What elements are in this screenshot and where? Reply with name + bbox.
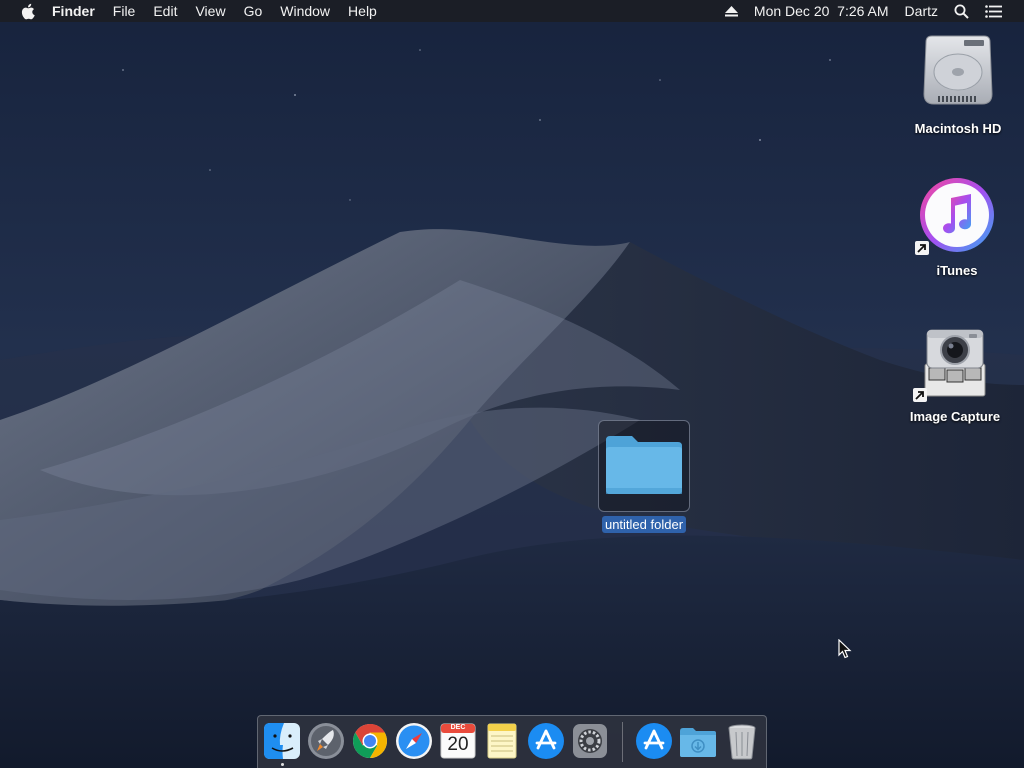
- eject-icon[interactable]: [717, 0, 746, 22]
- system-preferences-icon[interactable]: [570, 721, 610, 761]
- menu-bar: Finder File Edit View Go Window Help Mon…: [0, 0, 1024, 22]
- desktop-icon-label: Image Capture: [909, 409, 1001, 424]
- menu-file[interactable]: File: [104, 0, 145, 22]
- alias-arrow-icon: [913, 388, 927, 402]
- menubar-user[interactable]: Dartz: [897, 0, 946, 22]
- app-store-icon-downloads[interactable]: [634, 721, 674, 761]
- dock: DEC 20: [257, 715, 767, 768]
- apple-icon[interactable]: [12, 0, 42, 22]
- menu-help[interactable]: Help: [339, 0, 386, 22]
- finder-icon[interactable]: [262, 721, 302, 761]
- menu-go[interactable]: Go: [235, 0, 272, 22]
- hard-drive-icon: [920, 32, 996, 117]
- mouse-cursor-icon: [838, 638, 852, 659]
- calendar-day: 20: [447, 734, 469, 755]
- desktop-wallpaper: [0, 0, 1024, 768]
- notes-icon[interactable]: [482, 721, 522, 761]
- menu-view[interactable]: View: [186, 0, 234, 22]
- dock-separator: [622, 722, 623, 762]
- safari-icon[interactable]: [394, 721, 434, 761]
- folder-icon: [604, 432, 684, 501]
- calendar-icon[interactable]: DEC 20: [438, 721, 478, 761]
- desktop-icon-itunes[interactable]: iTunes: [902, 176, 1012, 278]
- alias-arrow-icon: [915, 241, 929, 255]
- menu-window[interactable]: Window: [271, 0, 339, 22]
- folder-name-label[interactable]: untitled folder: [601, 516, 687, 533]
- itunes-icon: [918, 176, 996, 259]
- menu-edit[interactable]: Edit: [144, 0, 186, 22]
- menu-app-finder[interactable]: Finder: [42, 0, 104, 22]
- running-indicator: [281, 763, 284, 766]
- image-capture-icon: [915, 324, 995, 405]
- desktop-icon-image-capture[interactable]: Image Capture: [900, 324, 1010, 424]
- spotlight-search-icon[interactable]: [946, 0, 977, 22]
- trash-icon[interactable]: [722, 721, 762, 761]
- app-store-icon[interactable]: [526, 721, 566, 761]
- calendar-month: DEC: [450, 724, 466, 731]
- desktop-icon-label: Macintosh HD: [914, 121, 1002, 136]
- downloads-folder-icon[interactable]: [678, 721, 718, 761]
- desktop-folder-untitled[interactable]: untitled folder: [597, 420, 691, 533]
- notification-center-icon[interactable]: [977, 0, 1010, 22]
- folder-selection-frame: [598, 420, 690, 512]
- menubar-clock[interactable]: Mon Dec 20 7:26 AM: [746, 0, 897, 22]
- chrome-icon[interactable]: [350, 721, 390, 761]
- desktop-icon-label: iTunes: [936, 263, 978, 278]
- desktop-icon-macintosh-hd[interactable]: Macintosh HD: [903, 32, 1013, 136]
- launchpad-icon[interactable]: [306, 721, 346, 761]
